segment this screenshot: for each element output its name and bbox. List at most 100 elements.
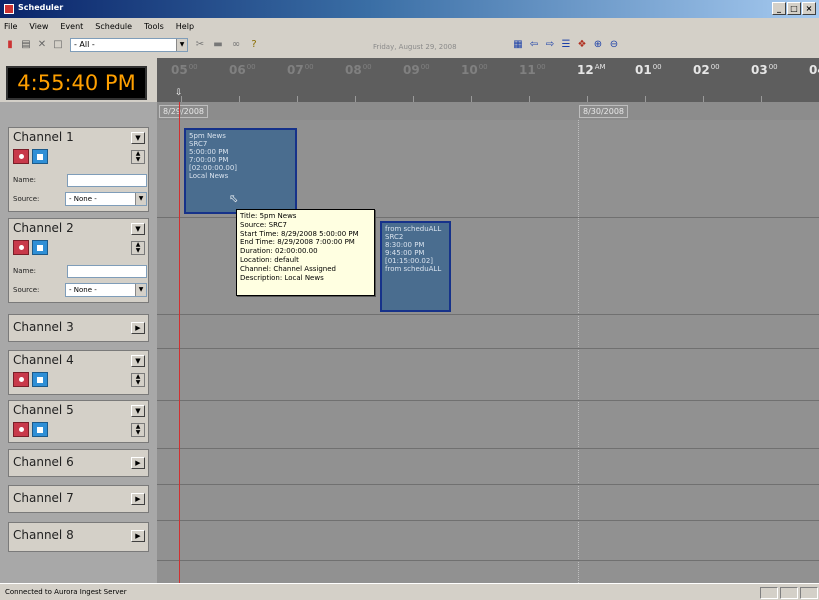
- hour-label: 1100: [519, 63, 546, 77]
- help-icon[interactable]: ?: [248, 39, 260, 51]
- date-label-2: 8/30/2008: [579, 105, 629, 118]
- chevron-down-icon[interactable]: ▼: [176, 39, 187, 51]
- tooltip-line: Location: default: [240, 255, 299, 264]
- menu-view[interactable]: View: [29, 22, 48, 31]
- channel-panel-8: Channel 8 ▶: [8, 522, 149, 552]
- delete-icon[interactable]: ✕: [36, 39, 48, 51]
- now-arrow-icon: ⇩: [175, 88, 183, 98]
- hour-value: 07: [287, 63, 304, 77]
- channel-name: Channel 4: [13, 353, 74, 367]
- zoom-out-icon[interactable]: ⊖: [608, 39, 620, 51]
- close-button[interactable]: ×: [802, 2, 816, 15]
- hour-value: 08: [345, 63, 362, 77]
- hour-value: 04: [809, 63, 819, 77]
- chevron-down-icon[interactable]: ▼: [135, 284, 146, 296]
- chevron-down-icon[interactable]: ▼: [135, 193, 146, 205]
- event-block-2[interactable]: from scheduALL SRC2 8:30:00 PM 9:45:00 P…: [380, 221, 451, 312]
- link-icon[interactable]: ∞: [230, 39, 242, 51]
- zoom-in-icon[interactable]: ⊕: [592, 39, 604, 51]
- record-button[interactable]: [13, 372, 29, 387]
- status-panel: [780, 587, 798, 599]
- cut-icon[interactable]: ✂: [194, 39, 206, 51]
- maximize-button[interactable]: □: [787, 2, 801, 15]
- save-icon[interactable]: ▮: [4, 39, 16, 51]
- filter-combo[interactable]: - All - ▼: [70, 38, 188, 52]
- channel-name: Channel 5: [13, 403, 74, 417]
- row-divider: [157, 520, 819, 521]
- stack-icon[interactable]: ☰: [560, 39, 572, 51]
- channel-name: Channel 7: [13, 491, 74, 505]
- timeline-header[interactable]: 0500 0600 0700 0800 0900 1000 1100 12AM 0100 0200…: [157, 58, 819, 102]
- name-field[interactable]: [67, 265, 147, 278]
- mouse-cursor-icon: ⬁: [229, 192, 239, 205]
- record-button[interactable]: [13, 240, 29, 255]
- event-duration: [02:00:00.00]: [189, 164, 238, 172]
- collapse-button[interactable]: ▼: [131, 355, 145, 367]
- hour-value: 12: [577, 63, 594, 77]
- spinner-button[interactable]: ▲ ▼: [131, 241, 145, 255]
- pin-icon[interactable]: ❖: [576, 39, 588, 51]
- stop-button[interactable]: [32, 422, 48, 437]
- menu-tools[interactable]: Tools: [144, 22, 164, 31]
- hour-label: 0900: [403, 63, 430, 77]
- hour-value: 11: [519, 63, 536, 77]
- channel-name: Channel 8: [13, 528, 74, 542]
- source-select[interactable]: - None - ▼: [65, 192, 147, 206]
- menu-event[interactable]: Event: [60, 22, 83, 31]
- row-divider: [157, 560, 819, 561]
- hour-label: 0500: [171, 63, 198, 77]
- window-icon[interactable]: □: [52, 39, 64, 51]
- record-button[interactable]: [13, 149, 29, 164]
- event-title: from scheduALL: [385, 225, 442, 233]
- row-divider: [157, 484, 819, 485]
- title-bar: Scheduler _ □ ×: [0, 0, 819, 18]
- name-field[interactable]: [67, 174, 147, 187]
- hour-value: 05: [171, 63, 188, 77]
- minimize-button[interactable]: _: [772, 2, 786, 15]
- channel-panel-4: Channel 4 ▼ ▲ ▼: [8, 350, 149, 395]
- event-description: from scheduALL: [385, 265, 442, 273]
- hour-label: 12AM: [577, 63, 606, 77]
- event-end: 9:45:00 PM: [385, 249, 425, 257]
- event-start: 8:30:00 PM: [385, 241, 425, 249]
- menu-help[interactable]: Help: [176, 22, 194, 31]
- collapse-button[interactable]: ▼: [131, 405, 145, 417]
- spinner-button[interactable]: ▲ ▼: [131, 150, 145, 164]
- tooltip-line: Source: SRC7: [240, 220, 287, 229]
- collapse-button[interactable]: ▼: [131, 223, 145, 235]
- spinner-button[interactable]: ▲ ▼: [131, 423, 145, 437]
- filter-value: - All -: [74, 40, 95, 49]
- stop-button[interactable]: [32, 149, 48, 164]
- channel-panel-7: Channel 7 ▶: [8, 485, 149, 513]
- hour-value: 06: [229, 63, 246, 77]
- menu-schedule[interactable]: Schedule: [95, 22, 132, 31]
- hour-suffix: 00: [536, 63, 546, 71]
- stop-button[interactable]: [32, 372, 48, 387]
- collapse-button[interactable]: ▼: [131, 132, 145, 144]
- move-right-icon[interactable]: ⇨: [544, 39, 556, 51]
- grid-icon[interactable]: ▦: [512, 39, 524, 51]
- source-select[interactable]: - None - ▼: [65, 283, 147, 297]
- paste-icon[interactable]: ▬: [212, 39, 224, 51]
- hour-suffix: 00: [478, 63, 488, 71]
- expand-button[interactable]: ▶: [131, 457, 145, 469]
- hour-suffix: 00: [188, 63, 198, 71]
- channel-panel-5: Channel 5 ▼ ▲ ▼: [8, 400, 149, 443]
- hour-value: 03: [751, 63, 768, 77]
- expand-button[interactable]: ▶: [131, 493, 145, 505]
- hour-suffix: AM: [594, 63, 606, 71]
- spinner-button[interactable]: ▲ ▼: [131, 373, 145, 387]
- record-button[interactable]: [13, 422, 29, 437]
- channel-panel-3: Channel 3 ▶: [8, 314, 149, 342]
- stop-button[interactable]: [32, 240, 48, 255]
- expand-button[interactable]: ▶: [131, 322, 145, 334]
- list-icon[interactable]: ▤: [20, 39, 32, 51]
- hour-label: 0700: [287, 63, 314, 77]
- channel-name: Channel 6: [13, 455, 74, 469]
- menu-file[interactable]: File: [4, 22, 17, 31]
- tooltip-line: Description: Local News: [240, 273, 324, 282]
- row-divider: [157, 400, 819, 401]
- move-left-icon[interactable]: ⇦: [528, 39, 540, 51]
- event-block-1[interactable]: 5pm News SRC7 5:00:00 PM 7:00:00 PM [02:…: [184, 128, 297, 214]
- expand-button[interactable]: ▶: [131, 530, 145, 542]
